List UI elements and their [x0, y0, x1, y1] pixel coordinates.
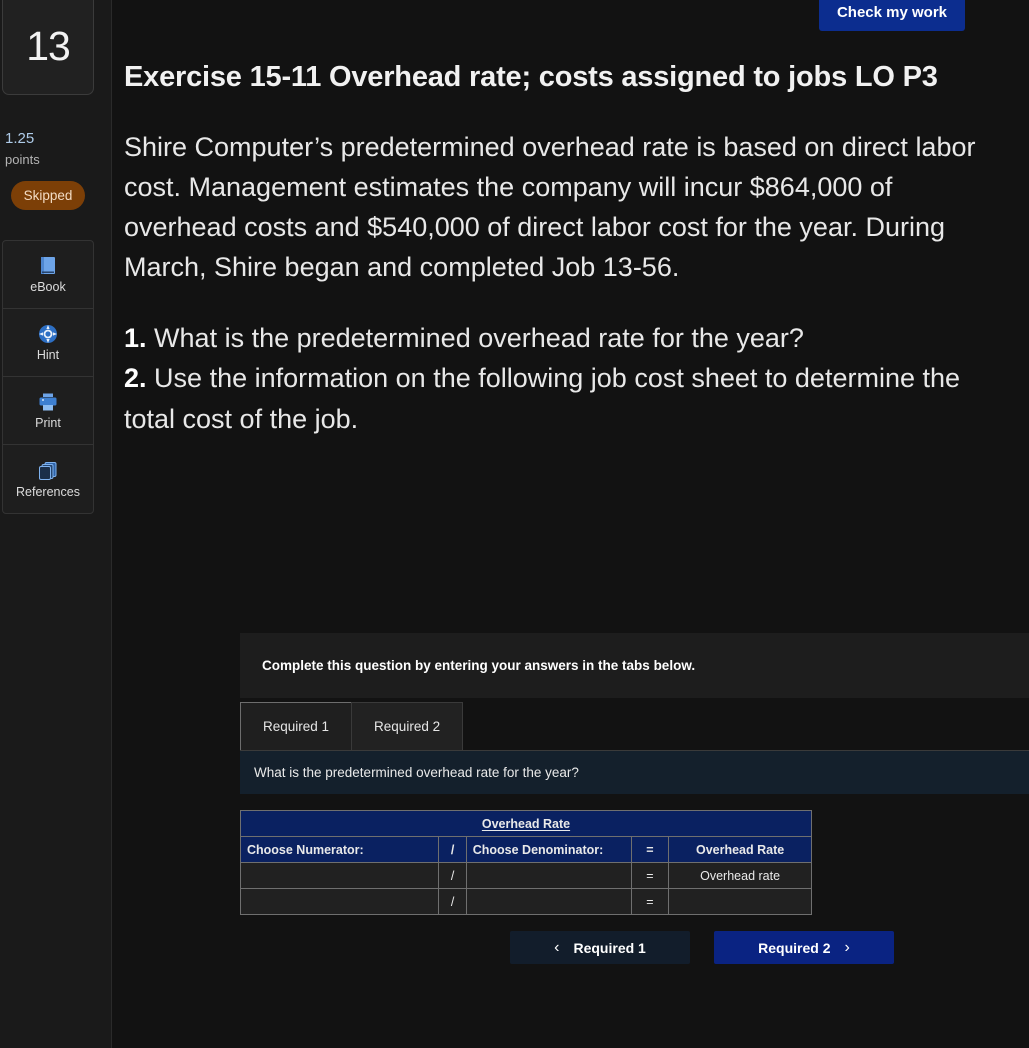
- rate-value-row-2: [668, 888, 812, 915]
- sidebar-item-label-references: References: [16, 484, 80, 499]
- printer-icon: [37, 391, 59, 413]
- chevron-left-icon: ‹: [554, 938, 560, 956]
- slash-row-1: /: [438, 862, 467, 889]
- sidebar-item-ebook[interactable]: eBook: [3, 241, 93, 309]
- table-header-row: Choose Numerator: / Choose Denominator: …: [239, 836, 812, 863]
- tab-required-1[interactable]: Required 1: [240, 702, 353, 750]
- table-title-row: Overhead Rate: [240, 810, 812, 837]
- requirement-1-number: 1.: [124, 322, 147, 353]
- question-number: 13: [26, 23, 71, 69]
- sidebar-item-references[interactable]: References: [3, 445, 93, 513]
- header-overhead-rate: Overhead Rate: [668, 836, 812, 863]
- requirement-2-number: 2.: [124, 363, 147, 394]
- book-icon: [37, 255, 59, 277]
- exercise-page: 13 1.25 points Skipped eBook Hint Print …: [0, 0, 1029, 1048]
- exercise-body: Exercise 15-11 Overhead rate; costs assi…: [124, 56, 990, 439]
- equals-row-1: =: [630, 862, 670, 889]
- tab-strip: Required 1 Required 2: [240, 698, 1029, 750]
- page-title: Exercise 15-11 Overhead rate; costs assi…: [124, 61, 938, 93]
- status-badge: Skipped: [11, 181, 85, 210]
- tab-required-2[interactable]: Required 2: [351, 702, 464, 750]
- next-required-label: Required 2: [758, 939, 831, 956]
- panel-instruction: Complete this question by entering your …: [240, 633, 1029, 698]
- panel-navigation: ‹ Required 1 Required 2 ›: [240, 931, 1029, 964]
- sidebar-item-hint[interactable]: Hint: [3, 309, 93, 377]
- check-my-work-button[interactable]: Check my work: [818, 0, 965, 31]
- question-number-box: 13: [2, 0, 94, 95]
- numerator-select-row-1[interactable]: [239, 862, 440, 889]
- equals-row-2: =: [630, 888, 670, 915]
- numerator-select-row-2[interactable]: [239, 888, 440, 915]
- copy-pages-icon: [37, 460, 59, 482]
- sidebar-item-print[interactable]: Print: [3, 377, 93, 445]
- table-title: Overhead Rate: [240, 810, 812, 837]
- rate-value-row-1: Overhead rate: [668, 862, 812, 889]
- table-row: / = Overhead rate: [239, 862, 812, 889]
- sidebar-item-label-ebook: eBook: [30, 280, 66, 294]
- requirement-2-text: Use the information on the following job…: [124, 363, 961, 434]
- tool-panel: eBook Hint Print References: [2, 240, 94, 514]
- slash-row-2: /: [438, 888, 467, 915]
- main-content: Check my work Exercise 15-11 Overhead ra…: [112, 0, 1029, 1048]
- requirements-list: 1. What is the predetermined overhead ra…: [124, 318, 990, 440]
- table-row: / =: [239, 888, 812, 915]
- problem-statement: Shire Computer’s predetermined overhead …: [124, 132, 976, 282]
- next-required-button[interactable]: Required 2 ›: [714, 931, 894, 964]
- points-value: 1.25: [5, 130, 35, 147]
- header-equals: =: [630, 836, 670, 863]
- overhead-rate-table-wrapper: Overhead Rate Choose Numerator: / Choose…: [239, 810, 1029, 915]
- sidebar-item-label-print: Print: [35, 416, 61, 430]
- header-slash: /: [438, 836, 467, 863]
- header-denominator: Choose Denominator:: [465, 836, 632, 863]
- sidebar: 13 1.25 points Skipped eBook Hint Print …: [0, 0, 112, 1048]
- life-ring-icon: [37, 323, 59, 345]
- answer-panel: Complete this question by entering your …: [239, 633, 1029, 964]
- points-label: points: [5, 152, 40, 167]
- chevron-right-icon: ›: [844, 938, 850, 956]
- sidebar-item-label-hint: Hint: [36, 348, 60, 362]
- requirement-1-text: What is the predetermined overhead rate …: [154, 322, 804, 353]
- denominator-select-row-2[interactable]: [465, 888, 632, 915]
- previous-required-label: Required 1: [573, 939, 646, 956]
- denominator-select-row-1[interactable]: [465, 862, 632, 889]
- previous-required-button[interactable]: ‹ Required 1: [510, 931, 690, 964]
- header-numerator: Choose Numerator:: [239, 836, 440, 863]
- question-prompt: What is the predetermined overhead rate …: [240, 750, 1029, 794]
- overhead-rate-table: Overhead Rate Choose Numerator: / Choose…: [239, 810, 812, 915]
